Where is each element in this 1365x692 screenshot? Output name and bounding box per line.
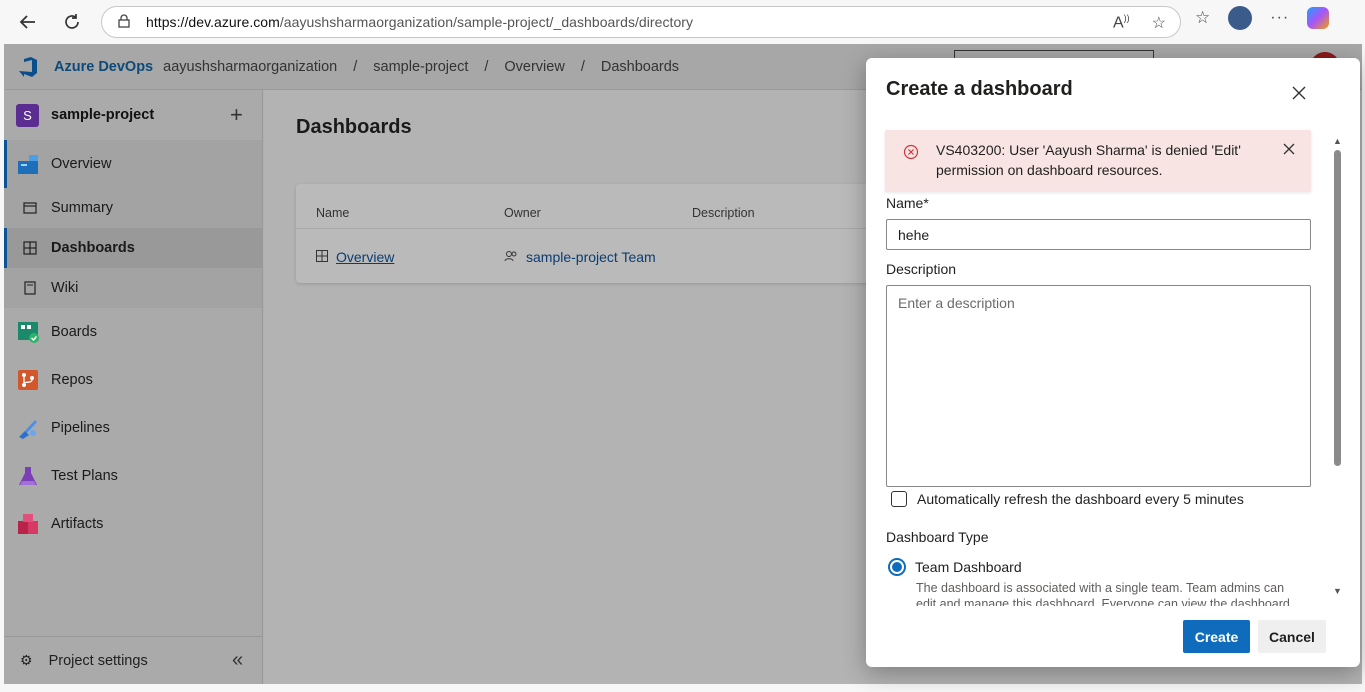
team-icon: [504, 249, 518, 265]
sidebar-item-overview[interactable]: Overview: [4, 140, 262, 188]
wiki-icon: [18, 276, 42, 300]
radio-selected-dot: [892, 562, 902, 572]
error-message-bar: VS403200: User 'Aayush Sharma' is denied…: [885, 130, 1311, 192]
lock-icon: [118, 13, 132, 31]
table-row[interactable]: Overview: [316, 249, 394, 265]
project-settings-label: Project settings: [48, 652, 148, 669]
sidebar: S sample-project + Overview Summary Dash…: [4, 90, 263, 684]
name-label: Name*: [886, 195, 929, 211]
dismiss-error-icon[interactable]: [1283, 142, 1295, 160]
project-header[interactable]: S sample-project +: [4, 90, 262, 140]
column-header-name[interactable]: Name: [316, 206, 349, 220]
breadcrumb-org[interactable]: aayushsharmaorganization: [163, 59, 337, 75]
description-label: Description: [886, 261, 957, 277]
more-options-icon[interactable]: ···: [1270, 9, 1289, 27]
breadcrumb-dashboards[interactable]: Dashboards: [601, 59, 679, 75]
sidebar-item-wiki[interactable]: Wiki: [4, 268, 262, 308]
boards-icon: [16, 320, 40, 344]
project-settings[interactable]: ⚙ Project settings «: [4, 636, 262, 684]
sidebar-item-label: Test Plans: [51, 468, 118, 484]
scroll-down-icon[interactable]: ▼: [1333, 586, 1342, 596]
breadcrumb-separator: /: [353, 58, 358, 75]
sidebar-item-label: Boards: [51, 324, 97, 340]
description-textarea[interactable]: Enter a description: [886, 285, 1311, 487]
sidebar-item-label: Repos: [51, 372, 93, 388]
sidebar-item-test-plans[interactable]: Test Plans: [4, 452, 262, 500]
url-host: https://dev.azure.com: [146, 14, 280, 30]
sidebar-item-dashboards[interactable]: Dashboards: [4, 228, 262, 268]
repos-icon: [16, 368, 40, 392]
read-aloud-icon[interactable]: A)): [1113, 13, 1130, 33]
error-icon: [903, 144, 919, 165]
azure-devops-logo-icon[interactable]: [16, 55, 40, 79]
sidebar-item-artifacts[interactable]: Artifacts: [4, 500, 262, 548]
overview-icon: [16, 152, 40, 176]
sidebar-item-summary[interactable]: Summary: [4, 188, 262, 228]
dialog-title: Create a dashboard: [886, 78, 1073, 100]
copilot-icon[interactable]: [1307, 7, 1330, 29]
close-icon[interactable]: [1288, 82, 1310, 104]
sidebar-item-label: Artifacts: [51, 516, 104, 532]
artifacts-icon: [16, 512, 40, 536]
favorite-star-icon[interactable]: ☆: [1152, 13, 1166, 33]
sidebar-item-label: Dashboards: [51, 240, 135, 256]
column-header-description[interactable]: Description: [692, 206, 755, 220]
table-divider: [296, 228, 896, 229]
breadcrumb-separator: /: [484, 58, 489, 75]
browser-profile-avatar[interactable]: [1228, 6, 1253, 30]
url-text: https://dev.azure.com/aayushsharmaorgani…: [146, 14, 693, 30]
address-bar[interactable]: https://dev.azure.com/aayushsharmaorgani…: [101, 6, 1181, 38]
page-title: Dashboards: [296, 116, 412, 138]
name-input[interactable]: hehe: [886, 219, 1311, 250]
scroll-up-icon[interactable]: ▲: [1333, 136, 1342, 146]
owner-team-link[interactable]: sample-project Team: [526, 249, 656, 265]
pipelines-icon: [16, 416, 40, 440]
dashboard-type-label: Dashboard Type: [886, 529, 989, 545]
refresh-icon[interactable]: [56, 6, 88, 38]
scroll-thumb[interactable]: [1334, 150, 1341, 466]
sidebar-item-boards[interactable]: Boards: [4, 308, 262, 356]
add-icon[interactable]: +: [230, 102, 243, 128]
dialog-scrollbar[interactable]: ▲ ▼: [1332, 136, 1344, 598]
auto-refresh-checkbox[interactable]: [891, 491, 907, 507]
cancel-button[interactable]: Cancel: [1258, 620, 1326, 653]
dashboards-icon: [18, 236, 42, 260]
team-dashboard-label[interactable]: Team Dashboard: [915, 559, 1022, 575]
breadcrumb-separator: /: [580, 58, 585, 75]
back-arrow-icon[interactable]: [12, 6, 44, 38]
sidebar-item-label: Pipelines: [51, 420, 110, 436]
breadcrumb-overview[interactable]: Overview: [504, 59, 564, 75]
column-header-owner[interactable]: Owner: [504, 206, 541, 220]
collapse-sidebar-icon[interactable]: «: [232, 649, 243, 672]
summary-icon: [18, 196, 42, 220]
test-plans-icon: [16, 464, 40, 488]
dashboard-icon: [316, 249, 328, 265]
favorites-icon[interactable]: ☆: [1195, 8, 1210, 28]
project-name[interactable]: sample-project: [51, 107, 154, 123]
browser-toolbar: https://dev.azure.com/aayushsharmaorgani…: [0, 0, 1365, 44]
auto-refresh-label[interactable]: Automatically refresh the dashboard ever…: [917, 491, 1244, 507]
create-dashboard-dialog: Create a dashboard VS403200: User 'Aayus…: [866, 58, 1360, 667]
sidebar-item-label: Overview: [51, 156, 112, 172]
sidebar-item-repos[interactable]: Repos: [4, 356, 262, 404]
team-dashboard-radio[interactable]: [888, 558, 906, 576]
sidebar-item-label: Wiki: [51, 280, 79, 296]
sidebar-item-pipelines[interactable]: Pipelines: [4, 404, 262, 452]
project-badge: S: [16, 103, 39, 127]
sidebar-item-label: Summary: [51, 200, 114, 216]
gear-icon: ⚙: [20, 652, 33, 668]
url-path: /aayushsharmaorganization/sample-project…: [279, 14, 694, 30]
team-dashboard-description: The dashboard is associated with a singl…: [916, 581, 1294, 606]
app-title[interactable]: Azure DevOps: [54, 59, 153, 75]
owner-cell: sample-project Team: [504, 249, 656, 265]
dashboard-link[interactable]: Overview: [336, 249, 394, 265]
error-text: VS403200: User 'Aayush Sharma' is denied…: [936, 142, 1241, 178]
breadcrumb-project[interactable]: sample-project: [373, 59, 468, 75]
create-button[interactable]: Create: [1183, 620, 1250, 653]
dashboards-table: Name Owner Description Overview sample-p…: [296, 184, 896, 283]
